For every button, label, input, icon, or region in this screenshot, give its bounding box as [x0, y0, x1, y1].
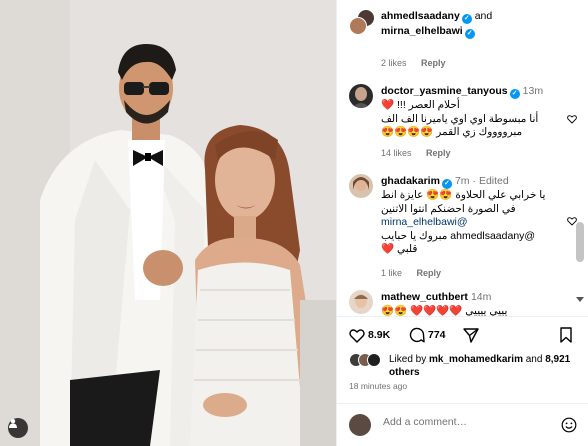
- collaborator-username[interactable]: mirna_elhelbawi: [381, 25, 463, 37]
- liked-by-and: and: [525, 354, 543, 365]
- liked-by-text: Liked by mk_mohamedkarim and 8,921 other…: [389, 353, 570, 379]
- comment-icon[interactable]: [409, 327, 425, 343]
- comment-time: 13m: [522, 85, 544, 97]
- comment-reply-button[interactable]: Reply: [426, 148, 451, 158]
- comment-item: doctor_yasmine_tanyous ✓ 13m أحلام العصر !…: [337, 84, 577, 164]
- liked-by-user[interactable]: mk_mohamedkarim: [429, 354, 523, 365]
- post-actions: 8.9K 774 Liked by mk_mohamedkarim and 8,…: [337, 316, 588, 446]
- liked-by-suffix[interactable]: others: [389, 367, 420, 378]
- emoji-icon[interactable]: [561, 417, 577, 433]
- user-tag-icon[interactable]: [8, 418, 28, 438]
- add-comment-input[interactable]: [383, 416, 533, 428]
- save-action[interactable]: [559, 325, 573, 345]
- comments-scrollbar[interactable]: [576, 222, 584, 262]
- share-icon[interactable]: [463, 327, 479, 343]
- commenter-username[interactable]: mathew_cuthbert: [381, 291, 468, 303]
- commenter-username[interactable]: ghadakarim: [381, 175, 440, 187]
- scroll-down-icon[interactable]: [575, 296, 585, 304]
- post-photo: [0, 0, 336, 446]
- comment-line: مبرووووك زي القمر 😍😍😍😍: [381, 126, 523, 138]
- comment-likes[interactable]: 1 like: [381, 268, 402, 278]
- comment-item: ghadakarim ✓ 7m · Edited يا خرابي علي الحلا…: [337, 174, 577, 284]
- verified-icon: ✓: [441, 179, 452, 189]
- comment-text: أحلام العصر !!! ❤️ أنا مبسوطة اوي اوي يا…: [381, 99, 561, 140]
- comment-line: يييي ييييي ❤️❤️❤️❤️ 😍😍: [381, 305, 508, 316]
- comment-line: @ahmedlsaadany مبروك يا حبايب: [381, 229, 536, 242]
- commenter-avatar[interactable]: [349, 174, 373, 198]
- comment-line: في الصورة احضنكم انتوا الاتنين: [381, 202, 516, 215]
- bookmark-icon[interactable]: [559, 327, 573, 343]
- verified-icon: ✓: [461, 14, 472, 24]
- commenter-avatar[interactable]: [349, 290, 373, 314]
- comment-reply-button[interactable]: Reply: [417, 268, 442, 278]
- share-action[interactable]: [463, 325, 479, 345]
- wedding-photo: [0, 0, 336, 446]
- comment-time: 7m: [454, 175, 470, 187]
- collab-avatars[interactable]: [349, 9, 375, 35]
- liked-by-avatars[interactable]: [349, 353, 381, 367]
- comment-header: doctor_yasmine_tanyous ✓ 13m: [381, 85, 543, 99]
- comments-list[interactable]: 2 likes Reply doctor_yasmine_tanyous ✓ 13m…: [337, 44, 588, 316]
- comment-mention[interactable]: @mirna_elhelbawi: [381, 216, 561, 230]
- post-time-ago[interactable]: 18 minutes ago: [349, 381, 407, 391]
- comments-count[interactable]: 774: [428, 329, 446, 341]
- comment-time: 14m: [470, 291, 492, 303]
- post-side-panel: ahmedlsaadany ✓ and mirna_elhelbawi ✓ 2 li…: [336, 0, 588, 446]
- comment-meta: 1 like Reply: [381, 268, 453, 278]
- comment-line: قلبي ❤️: [381, 243, 418, 255]
- liked-by-prefix: Liked by: [389, 354, 427, 365]
- verified-icon: ✓: [464, 29, 475, 39]
- comment-text: يا خرابي علي الحلاوة 😍😍 عايزة انط في الص…: [381, 189, 561, 257]
- like-action[interactable]: 8.9K: [349, 325, 390, 345]
- commenter-username[interactable]: doctor_yasmine_tanyous: [381, 85, 508, 97]
- authors-connector: and: [474, 10, 493, 22]
- liked-by-count[interactable]: 8,921: [545, 354, 570, 365]
- comment-line: يا خرابي علي الحلاوة 😍😍 عايزة انط: [381, 189, 546, 201]
- add-comment-bar: [337, 403, 588, 446]
- heart-icon[interactable]: [349, 328, 365, 343]
- comment-meta: 14 likes Reply: [381, 148, 463, 158]
- comment-likes[interactable]: 2 likes: [381, 58, 407, 68]
- post-header: ahmedlsaadany ✓ and mirna_elhelbawi ✓: [337, 0, 588, 44]
- comment-likes[interactable]: 14 likes: [381, 148, 412, 158]
- comment-edited: · Edited: [472, 175, 509, 187]
- verified-icon: ✓: [509, 89, 520, 99]
- comment-line: أنا مبسوطة اوي اوي ياميرنا الف الف: [381, 112, 539, 125]
- comment-action[interactable]: 774: [409, 325, 446, 345]
- likes-count[interactable]: 8.9K: [368, 329, 390, 341]
- collaborator-avatar[interactable]: [349, 17, 367, 35]
- comment-reply-button[interactable]: Reply: [421, 58, 446, 68]
- current-user-avatar: [349, 414, 371, 436]
- comment-line: أحلام العصر !!! ❤️: [381, 99, 460, 111]
- comment-like-heart-icon[interactable]: [567, 114, 577, 124]
- comment-header: ghadakarim ✓ 7m · Edited: [381, 175, 509, 189]
- comment-header: mathew_cuthbert 14m: [381, 291, 491, 304]
- post-authors: ahmedlsaadany ✓ and mirna_elhelbawi ✓: [381, 9, 492, 39]
- comment-meta: 2 likes Reply: [381, 58, 458, 68]
- owner-username[interactable]: ahmedlsaadany: [381, 10, 460, 22]
- comment-text: يييي ييييي ❤️❤️❤️❤️ 😍😍: [381, 305, 561, 316]
- commenter-avatar[interactable]: [349, 84, 373, 108]
- comment-item: mathew_cuthbert 14m يييي ييييي ❤️❤️❤️❤️ 😍…: [337, 290, 577, 316]
